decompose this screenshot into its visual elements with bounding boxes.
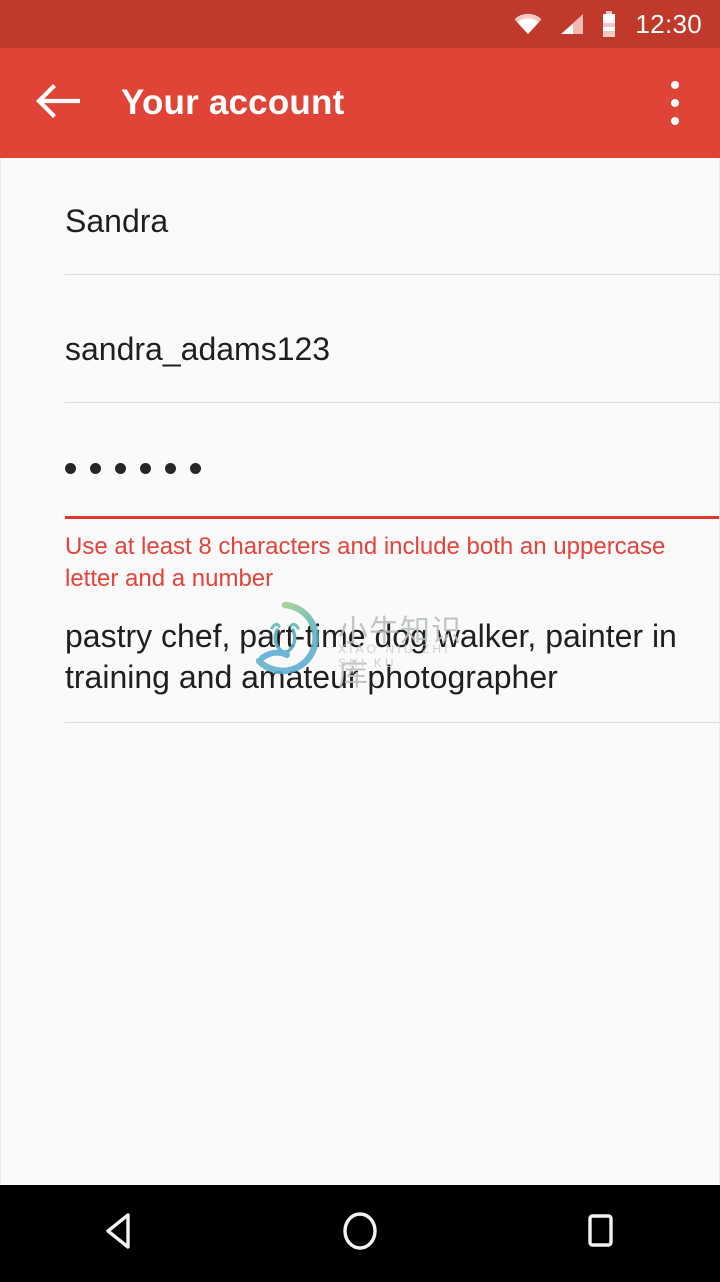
status-bar: 12:30	[0, 0, 720, 48]
overflow-menu-icon	[671, 81, 679, 89]
cellular-signal-icon	[559, 12, 585, 36]
account-form: Sandra sandra_adams123 Use at least 8 ch…	[0, 158, 720, 1185]
password-dot	[90, 462, 101, 474]
wifi-icon	[513, 12, 543, 36]
username-field-underline	[65, 402, 719, 404]
password-dot	[165, 462, 176, 474]
username-field[interactable]: sandra_adams123	[65, 330, 719, 404]
bio-field[interactable]: pastry chef, part-time dog walker, paint…	[65, 616, 719, 724]
android-navigation-bar	[0, 1185, 720, 1282]
bio-field-underline	[65, 722, 719, 724]
status-bar-clock: 12:30	[635, 8, 702, 39]
bio-field-value: pastry chef, part-time dog walker, paint…	[65, 618, 677, 695]
password-field-underline-error	[65, 516, 719, 519]
overflow-menu-icon	[671, 99, 679, 107]
username-field-value: sandra_adams123	[65, 331, 331, 367]
nav-recents-button[interactable]	[545, 1185, 655, 1282]
password-error-message: Use at least 8 characters and include bo…	[65, 533, 666, 592]
back-triangle-icon	[102, 1211, 138, 1256]
name-field-value: Sandra	[65, 203, 169, 239]
battery-icon	[601, 11, 617, 37]
password-dot	[190, 462, 201, 474]
home-circle-icon	[340, 1210, 380, 1257]
overflow-menu-button[interactable]	[644, 68, 706, 138]
back-button[interactable]	[20, 66, 94, 140]
page-title: Your account	[121, 83, 345, 122]
app-bar: Your account	[0, 48, 720, 158]
password-field[interactable]: Use at least 8 characters and include bo…	[65, 448, 719, 594]
password-dot	[65, 462, 76, 474]
password-dot	[115, 462, 126, 474]
overflow-menu-icon	[671, 117, 679, 125]
back-arrow-icon	[34, 83, 81, 124]
password-field-value	[65, 448, 719, 488]
phone-screen: 12:30 Your account Sandra sandra_adams12…	[0, 0, 720, 1282]
nav-home-button[interactable]	[305, 1185, 415, 1282]
password-dot	[140, 462, 151, 474]
nav-back-button[interactable]	[65, 1185, 175, 1282]
name-field-underline	[65, 274, 719, 276]
recents-square-icon	[582, 1211, 618, 1256]
name-field[interactable]: Sandra	[65, 202, 719, 276]
